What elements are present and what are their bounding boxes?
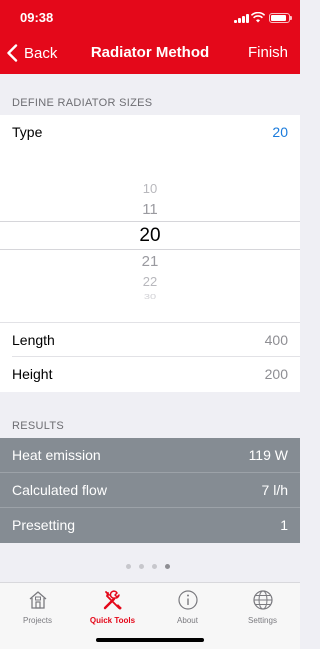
page-dot[interactable]: [139, 564, 144, 569]
picker-item[interactable]: 22: [0, 274, 300, 289]
tab-quick-tools[interactable]: Quick Tools: [75, 589, 150, 625]
status-bar: 09:38: [0, 0, 300, 36]
info-icon: [177, 590, 198, 610]
type-value: 20: [272, 124, 288, 140]
tab-settings[interactable]: Settings: [225, 589, 300, 625]
result-row-heat-emission: Heat emission 119 W: [0, 438, 300, 473]
result-value: 119 W: [248, 447, 288, 463]
tab-label: About: [177, 616, 198, 625]
tab-label: Projects: [23, 616, 52, 625]
battery-icon: [269, 13, 292, 23]
back-button[interactable]: Back: [6, 42, 57, 64]
page-dot[interactable]: [126, 564, 131, 569]
result-value: 7 l/h: [261, 482, 288, 498]
tab-about[interactable]: About: [150, 589, 225, 625]
status-time: 09:38: [20, 10, 54, 25]
back-label: Back: [24, 44, 58, 62]
home-indicator: [96, 638, 204, 642]
define-section-header: DEFINE RADIATOR SIZES: [12, 97, 153, 109]
page-dot[interactable]: [152, 564, 157, 569]
type-picker[interactable]: 10 11 20 21 22 30: [0, 150, 300, 322]
wifi-icon: [251, 12, 265, 23]
tab-projects[interactable]: Projects: [0, 589, 75, 625]
tools-icon: [103, 590, 122, 610]
house-icon: [29, 591, 46, 609]
tab-label: Settings: [248, 616, 277, 625]
tab-label: Quick Tools: [89, 616, 136, 625]
results-section-header: RESULTS: [12, 420, 65, 432]
height-row[interactable]: Height 200: [0, 357, 300, 392]
picker-item-selected[interactable]: 20: [0, 225, 300, 247]
type-row[interactable]: Type 20: [0, 115, 300, 150]
height-label: Height: [12, 366, 53, 382]
length-label: Length: [12, 332, 55, 348]
page-dot-active[interactable]: [165, 564, 170, 569]
picker-item[interactable]: 30: [0, 293, 300, 301]
page-indicator[interactable]: [126, 564, 178, 569]
finish-button[interactable]: Finish: [248, 44, 288, 61]
globe-icon: [252, 590, 273, 610]
result-value: 1: [280, 517, 288, 533]
result-label: Heat emission: [12, 447, 101, 463]
cellular-signal-icon: [234, 14, 249, 23]
type-label: Type: [12, 124, 43, 140]
result-row-presetting: Presetting 1: [0, 508, 300, 543]
height-value[interactable]: 200: [265, 366, 288, 382]
chevron-left-icon: [7, 44, 18, 62]
result-label: Presetting: [12, 517, 76, 533]
length-row[interactable]: Length 400: [0, 322, 300, 357]
picker-item[interactable]: 11: [0, 201, 300, 218]
result-row-calculated-flow: Calculated flow 7 l/h: [0, 473, 300, 508]
navigation-header: 09:38 Back Radiator Method Finish: [0, 0, 300, 74]
picker-item[interactable]: 10: [0, 181, 300, 196]
picker-item[interactable]: 21: [0, 253, 300, 270]
result-label: Calculated flow: [12, 482, 107, 498]
length-value[interactable]: 400: [265, 332, 288, 348]
